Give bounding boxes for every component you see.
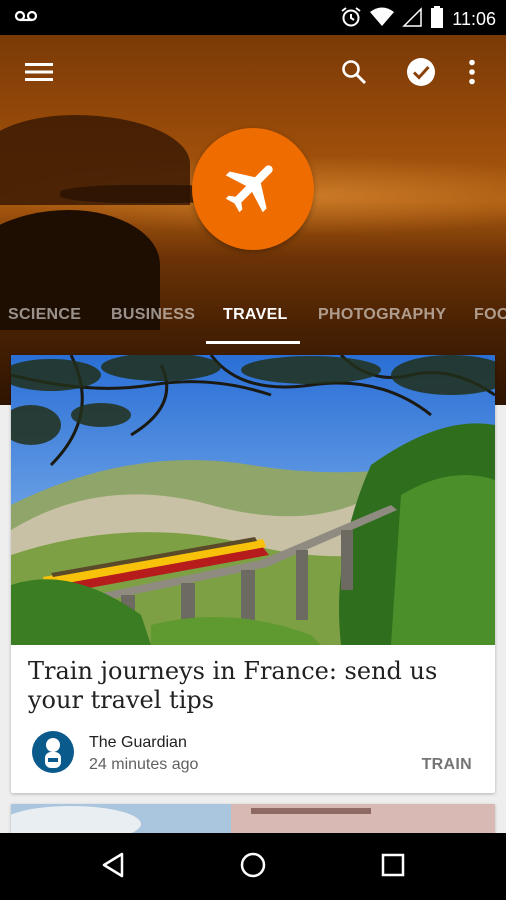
navigation-bar [0, 833, 506, 900]
recents-icon [381, 853, 405, 882]
menu-icon [25, 62, 53, 87]
signal-icon [402, 7, 423, 32]
article-tag[interactable]: TRAIN [422, 756, 472, 774]
article-source: The Guardian [89, 734, 187, 751]
follow-topic-button[interactable] [403, 56, 439, 92]
airplane-icon [220, 154, 286, 225]
article-card[interactable]: Train journeys in France: send us your t… [11, 355, 495, 793]
more-vert-icon [468, 59, 476, 90]
tab-travel[interactable]: TRAVEL [223, 300, 288, 344]
alarm-icon [340, 6, 362, 33]
search-button[interactable] [336, 56, 372, 92]
article-title[interactable]: Train journeys in France: send us your t… [28, 657, 478, 715]
recents-button[interactable] [375, 849, 411, 885]
check-circle-icon [406, 57, 436, 92]
tab-indicator [206, 341, 300, 344]
back-icon [100, 851, 126, 884]
tab-business[interactable]: BUSINESS [111, 300, 195, 344]
voicemail-icon [14, 8, 38, 29]
article-time: 24 minutes ago [89, 756, 199, 773]
wifi-icon [370, 7, 395, 32]
battery-icon [430, 6, 444, 33]
search-icon [341, 59, 367, 90]
menu-button[interactable] [21, 56, 57, 92]
article-image[interactable] [11, 355, 495, 645]
tab-food[interactable]: FOO [474, 300, 506, 344]
guardian-logo-icon [30, 729, 76, 775]
back-button[interactable] [95, 849, 131, 885]
home-button[interactable] [235, 849, 271, 885]
topic-tabs: SCIENCE BUSINESS TRAVEL PHOTOGRAPHY FOO [0, 300, 506, 346]
tab-photography[interactable]: PHOTOGRAPHY [318, 300, 446, 344]
clock-time: 11:06 [452, 9, 496, 29]
home-icon [239, 851, 267, 884]
tab-science[interactable]: SCIENCE [8, 300, 81, 344]
more-options-button[interactable] [454, 56, 490, 92]
status-bar: 11:06 [0, 0, 506, 35]
topic-icon-badge [192, 128, 314, 250]
